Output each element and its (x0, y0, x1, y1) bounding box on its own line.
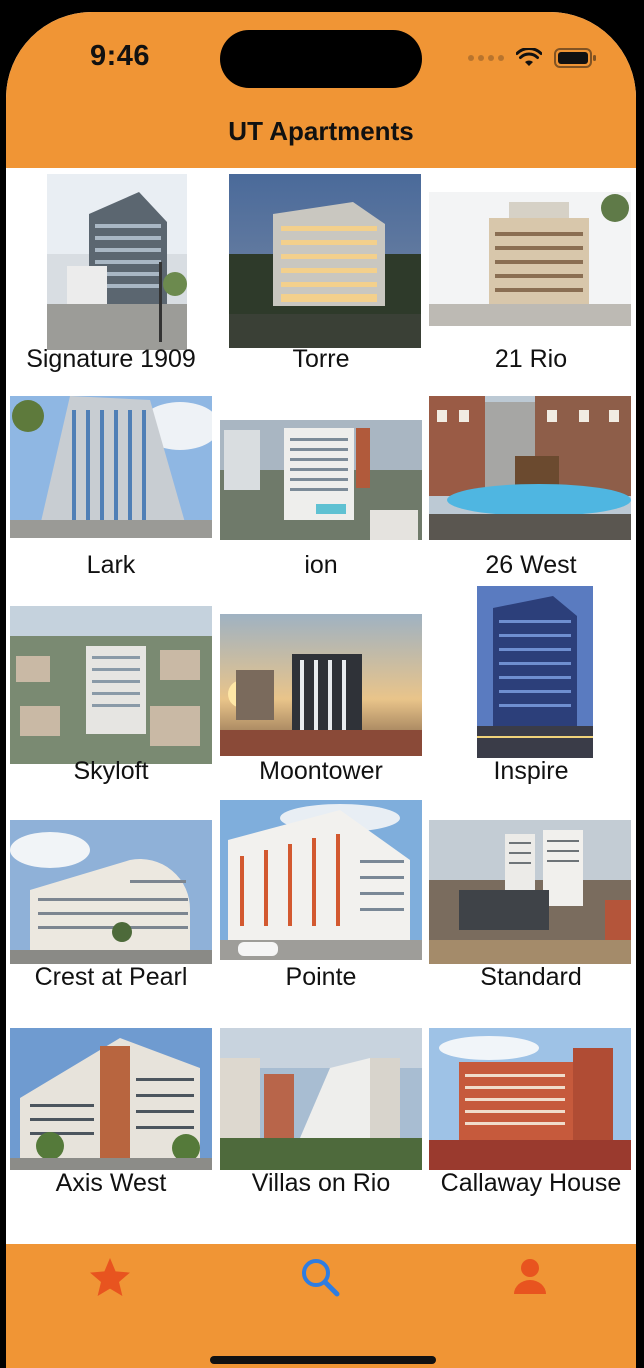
apartment-photo (229, 174, 421, 348)
apartment-name: 26 West (485, 551, 577, 579)
person-icon (512, 1258, 548, 1301)
apartment-card-21-rio[interactable]: 21 Rio (426, 168, 636, 374)
apartment-card-villas-on-rio[interactable]: Villas on Rio (216, 992, 426, 1198)
app-screen: 9:46 UT Apartments Signature 1909 Torre … (6, 12, 636, 1368)
tab-favorites[interactable] (80, 1254, 140, 1304)
apartment-name: Skyloft (73, 757, 149, 785)
apartment-card-skyloft[interactable]: Skyloft (6, 580, 216, 786)
apartment-card-crest-at-pearl[interactable]: Crest at Pearl (6, 786, 216, 992)
apartment-name: 21 Rio (494, 345, 568, 373)
apartment-card-callaway-house[interactable]: Callaway House (426, 992, 636, 1198)
apartment-name: ion (304, 551, 338, 579)
dynamic-island (220, 30, 422, 88)
battery-icon (554, 48, 598, 68)
apartment-card-signature-1909[interactable]: Signature 1909 (6, 168, 216, 374)
home-indicator (210, 1356, 436, 1364)
apartment-photo (429, 192, 631, 326)
apartment-card-standard[interactable]: Standard (426, 786, 636, 992)
apartment-photo (477, 586, 593, 758)
apartment-photo (220, 420, 422, 540)
apartment-name: Crest at Pearl (34, 963, 188, 991)
apartment-photo (220, 800, 422, 960)
apartment-card-ion[interactable]: ion (216, 374, 426, 580)
tab-bar (6, 1244, 636, 1368)
apartment-photo (429, 396, 631, 540)
star-icon (88, 1256, 132, 1303)
apartment-photo (10, 606, 212, 764)
tab-search[interactable] (290, 1254, 350, 1304)
device-frame: 9:46 UT Apartments Signature 1909 Torre … (0, 0, 644, 1368)
apartment-photo (220, 614, 422, 756)
apartment-photo (10, 820, 212, 964)
apartment-name: Moontower (259, 757, 383, 785)
apartment-photo (429, 1028, 631, 1170)
apartment-photo (10, 396, 212, 538)
apartment-card-inspire[interactable]: Inspire (426, 580, 636, 786)
apartment-card-26-west[interactable]: 26 West (426, 374, 636, 580)
apartment-name: Torre (292, 345, 350, 373)
apartment-name: Axis West (55, 1169, 167, 1197)
apartment-name: Villas on Rio (251, 1169, 391, 1197)
apartment-photo (429, 820, 631, 964)
apartment-name: Pointe (285, 963, 357, 991)
apartment-card-pointe[interactable]: Pointe (216, 786, 426, 992)
status-time: 9:46 (90, 40, 151, 72)
status-icons (468, 48, 598, 68)
apartment-card-lark[interactable]: Lark (6, 374, 216, 580)
tab-profile[interactable] (500, 1254, 560, 1304)
search-icon (300, 1257, 340, 1302)
apartment-name: Standard (480, 963, 582, 991)
apartment-photo (220, 1028, 422, 1170)
apartment-photo (47, 174, 187, 350)
cellular-signal-icon (468, 55, 504, 61)
apartment-photo (10, 1028, 212, 1170)
apartment-card-moontower[interactable]: Moontower (216, 580, 426, 786)
apartment-card-axis-west[interactable]: Axis West (6, 992, 216, 1198)
page-title: UT Apartments (228, 116, 414, 146)
apartment-name: Signature 1909 (26, 345, 196, 373)
wifi-icon (516, 48, 542, 68)
apartment-card-torre[interactable]: Torre (216, 168, 426, 374)
header: 9:46 UT Apartments (6, 12, 636, 168)
apartment-name: Inspire (493, 757, 569, 785)
apartment-name: Callaway House (440, 1169, 622, 1197)
apartment-name: Lark (86, 551, 136, 579)
